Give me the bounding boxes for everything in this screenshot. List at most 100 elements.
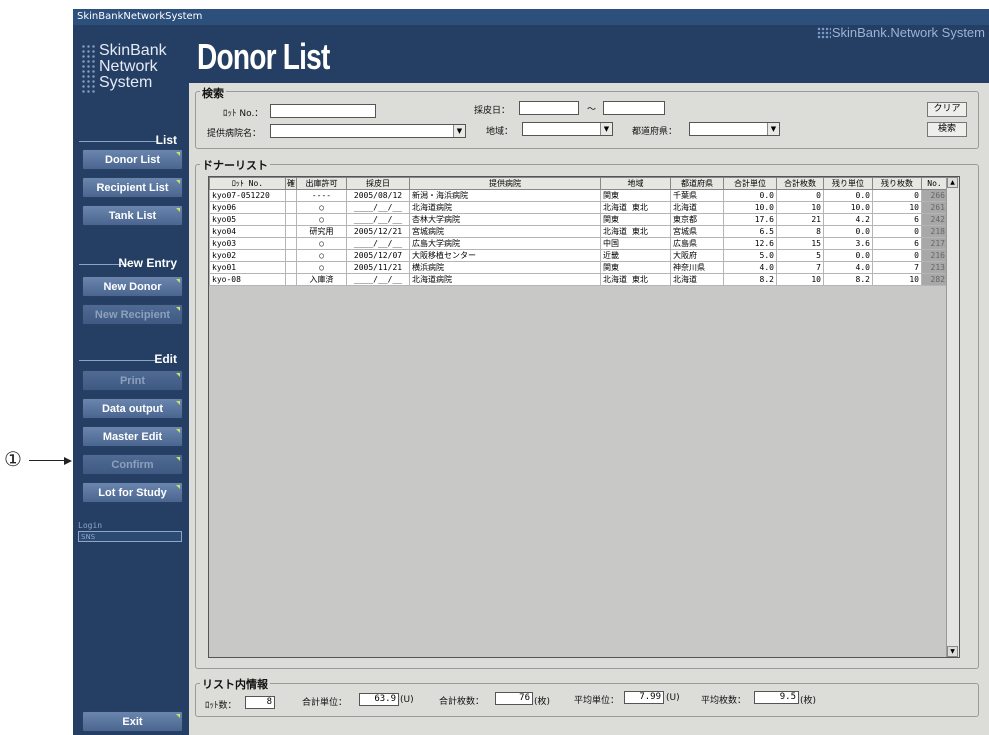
tank-list-button[interactable]: Tank List	[82, 205, 183, 226]
column-header-no[interactable]: No.	[921, 177, 948, 190]
cell-confirmed	[285, 273, 297, 286]
new-donor-button[interactable]: New Donor	[82, 276, 183, 297]
list-info-group-label: リスト内情報	[200, 676, 270, 692]
data-output-button[interactable]: Data output	[82, 398, 183, 419]
login-label: Login	[78, 521, 103, 530]
master-edit-button-label: Master Edit	[102, 431, 163, 443]
sidebar: SkinBank Network System List Donor List …	[73, 25, 189, 735]
table-row[interactable]: kyo03 ○ ____/__/__ 広島大学病院 中国 広島県 12.6 15 3.6 6 217	[209, 237, 948, 250]
cell-prefecture: 神奈川県	[670, 261, 724, 274]
chevron-down-icon[interactable]: ▼	[453, 125, 465, 137]
table-row[interactable]: kyo07-051220 ---- 2005/08/12 新潟・海浜病院 関東 千葉県 0.…	[209, 189, 948, 202]
search-button[interactable]: 検索	[927, 122, 967, 137]
cell-no: 266	[921, 189, 948, 202]
column-header-prefecture[interactable]: 都道府県	[670, 177, 724, 190]
table-row[interactable]: kyo02 ○ 2005/12/07 大阪移植センター 近畿 大阪府 5.0 5 0.0 0 216	[209, 249, 948, 262]
lot-no-input[interactable]	[270, 104, 376, 118]
chevron-down-icon[interactable]: ▼	[600, 123, 612, 135]
cell-confirmed	[285, 225, 297, 238]
prefecture-select[interactable]: ▼	[689, 122, 780, 136]
scroll-up-icon[interactable]: ▲	[947, 177, 958, 188]
table-row[interactable]: kyo01 ○ 2005/11/21 横浜病院 関東 神奈川県 4.0 7 4.0 7 213	[209, 261, 948, 274]
cell-remaining-units: 0.0	[823, 225, 873, 238]
lot-count-value: 8	[245, 696, 275, 709]
column-header-region[interactable]: 地域	[600, 177, 671, 190]
cell-region: 北海道 東北	[600, 201, 671, 214]
cell-prefecture: 大阪府	[670, 249, 724, 262]
table-header-row: ﾛｯﾄ No. 確 出庫許可 採皮日 提供病院 地域 都道府県 合計単位 合計枚…	[209, 177, 948, 190]
table-row[interactable]: kyo05 ○ ____/__/__ 杏林大学病院 関東 東京都 17.6 21 4.2 6 242	[209, 213, 948, 226]
donor-list-button[interactable]: Donor List	[82, 149, 183, 170]
cell-no: 216	[921, 249, 948, 262]
cell-region: 関東	[600, 213, 671, 226]
confirm-button[interactable]: Confirm	[82, 454, 183, 475]
column-header-lot-no[interactable]: ﾛｯﾄ No.	[209, 177, 286, 190]
cell-confirmed	[285, 201, 297, 214]
prefecture-label: 都道府県：	[632, 127, 678, 137]
chevron-down-icon[interactable]: ▼	[767, 123, 779, 135]
cell-total-units: 12.6	[723, 237, 777, 250]
search-group-label: 検索	[200, 85, 226, 101]
title-area: Donor List SkinBank.Network System	[189, 25, 989, 83]
lot-for-study-button[interactable]: Lot for Study	[82, 482, 183, 503]
exit-button[interactable]: Exit	[82, 711, 183, 732]
cell-lot-no: kyo-08	[209, 273, 286, 286]
login-field[interactable]: SNS	[78, 531, 182, 542]
tank-list-button-label: Tank List	[108, 210, 157, 222]
cell-release-permit: ○	[296, 261, 347, 274]
cell-confirmed	[285, 237, 297, 250]
column-header-hospital[interactable]: 提供病院	[409, 177, 601, 190]
column-header-total-units[interactable]: 合計単位	[723, 177, 777, 190]
section-title-new-entry: New Entry	[118, 256, 177, 270]
donor-table-grid: ﾛｯﾄ No. 確 出庫許可 採皮日 提供病院 地域 都道府県 合計単位 合計枚…	[209, 177, 948, 286]
cell-remaining-sheets: 7	[872, 261, 922, 274]
region-select[interactable]: ▼	[522, 122, 613, 136]
cell-remaining-units: 8.2	[823, 273, 873, 286]
cell-total-sheets: 15	[776, 237, 824, 250]
table-row[interactable]: kyo-08 入庫済 ____/__/__ 北海道病院 北海道 東北 北海道 8.2 10 8.…	[209, 273, 948, 286]
table-row[interactable]: kyo04 研究用 2005/12/21 宮城病院 北海道 東北 宮城県 6.5 8 0.0 0 2…	[209, 225, 948, 238]
lot-for-study-button-label: Lot for Study	[98, 487, 167, 499]
table-row[interactable]: kyo06 ○ ____/__/__ 北海道病院 北海道 東北 北海道 10.0 10 10.0…	[209, 201, 948, 214]
app-logo: SkinBank Network System	[99, 43, 167, 91]
column-header-harvest-date[interactable]: 採皮日	[346, 177, 410, 190]
vertical-scrollbar[interactable]: ▲ ▼	[946, 177, 959, 657]
cell-region: 北海道 東北	[600, 273, 671, 286]
cell-no: 213	[921, 261, 948, 274]
cell-total-units: 10.0	[723, 201, 777, 214]
cell-prefecture: 東京都	[670, 213, 724, 226]
recipient-list-button[interactable]: Recipient List	[82, 177, 183, 198]
cell-region: 関東	[600, 189, 671, 202]
column-header-release-permit[interactable]: 出庫許可	[296, 177, 347, 190]
brand-dots-icon	[817, 27, 831, 39]
clear-button[interactable]: クリア	[927, 102, 967, 117]
new-recipient-button[interactable]: New Recipient	[82, 304, 183, 325]
column-header-remaining-units[interactable]: 残り単位	[823, 177, 873, 190]
cell-hospital: 新潟・海浜病院	[409, 189, 601, 202]
total-units-label: 合計単位：	[302, 698, 348, 708]
cell-no: 242	[921, 213, 948, 226]
print-button[interactable]: Print	[82, 370, 183, 391]
total-sheets-label: 合計枚数：	[439, 697, 485, 707]
total-units-value: 63.9	[359, 693, 399, 706]
cell-prefecture: 北海道	[670, 273, 724, 286]
column-header-confirmed[interactable]: 確	[285, 177, 297, 190]
column-header-remaining-sheets[interactable]: 残り枚数	[872, 177, 922, 190]
cell-hospital: 横浜病院	[409, 261, 601, 274]
scroll-down-icon[interactable]: ▼	[947, 646, 958, 657]
cell-harvest-date: ____/__/__	[346, 201, 410, 214]
cell-remaining-units: 10.0	[823, 201, 873, 214]
master-edit-button[interactable]: Master Edit	[82, 426, 183, 447]
hospital-select[interactable]: ▼	[270, 124, 466, 138]
cell-region: 近畿	[600, 249, 671, 262]
donor-table: ﾛｯﾄ No. 確 出庫許可 採皮日 提供病院 地域 都道府県 合計単位 合計枚…	[208, 176, 960, 658]
date-to-input[interactable]	[603, 101, 665, 115]
cell-total-units: 17.6	[723, 213, 777, 226]
cell-remaining-sheets: 0	[872, 189, 922, 202]
column-header-total-sheets[interactable]: 合計枚数	[776, 177, 824, 190]
cell-prefecture: 広島県	[670, 237, 724, 250]
main-panel: Donor List SkinBank.Network System 検索 ﾛｯ…	[189, 25, 989, 735]
avg-sheets-label: 平均枚数：	[701, 696, 747, 706]
date-from-input[interactable]	[519, 101, 579, 115]
cell-release-permit: ○	[296, 201, 347, 214]
